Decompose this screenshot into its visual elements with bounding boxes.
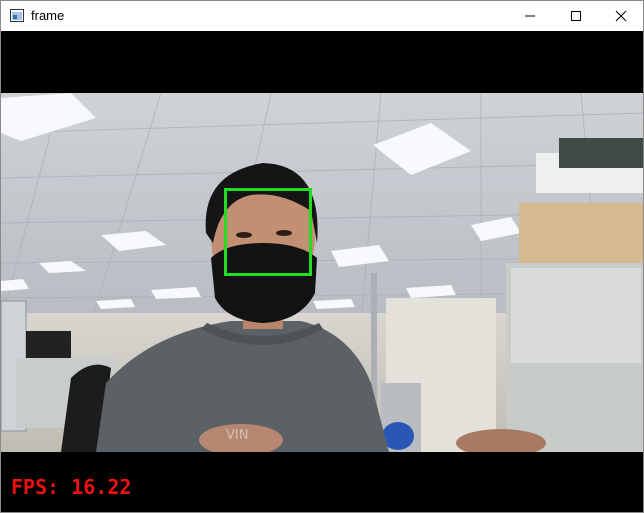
minimize-icon <box>525 15 535 17</box>
app-window: frame VIN FPS: 16.22 <box>0 0 644 513</box>
app-icon <box>10 9 24 22</box>
maximize-button[interactable] <box>553 1 599 31</box>
minimize-button[interactable] <box>507 1 553 31</box>
close-icon <box>615 10 627 22</box>
video-frame: VIN FPS: 16.22 <box>1 31 643 512</box>
face-detection-box <box>224 188 312 276</box>
close-button[interactable] <box>598 1 643 31</box>
maximize-icon <box>571 11 581 21</box>
title-bar[interactable]: frame <box>1 1 643 31</box>
fps-counter: FPS: 16.22 <box>11 475 132 499</box>
svg-text:VIN: VIN <box>226 428 248 443</box>
window-title: frame <box>31 8 65 23</box>
webcam-image: VIN <box>1 93 643 452</box>
